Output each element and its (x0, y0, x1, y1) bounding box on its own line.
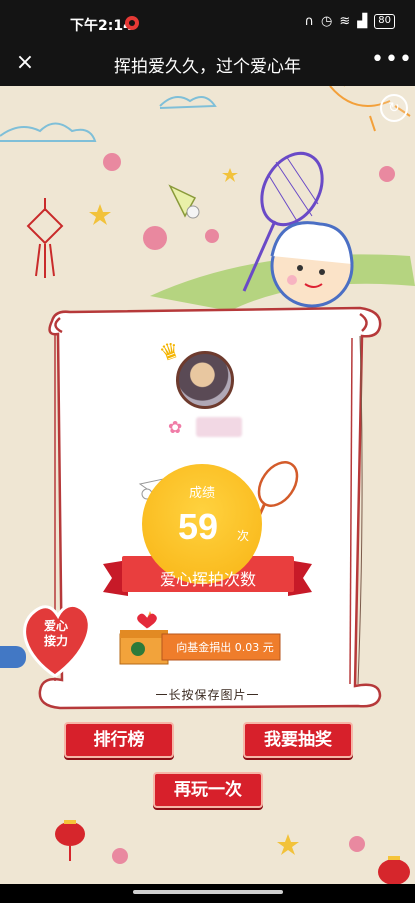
badge-line1: 爱心 (43, 619, 68, 633)
page-title: 挥拍爱久久，过个爱心年 (114, 57, 301, 77)
hand-illustration (0, 646, 26, 668)
shuttlecock-icon (168, 184, 200, 219)
home-indicator[interactable] (133, 890, 283, 894)
ribbon-text: 爱心挥拍次数 (159, 570, 256, 589)
play-again-button[interactable]: 再玩一次 (153, 772, 263, 808)
cloud-icon (0, 122, 97, 142)
chinese-knot-icon (26, 198, 64, 278)
status-bar: 下午2:14 ∩ ◷ ≋ ▟ 80 (0, 0, 415, 40)
lottery-button[interactable]: 我要抽奖 (243, 722, 353, 758)
signal-icon: ▟ (357, 14, 368, 29)
system-nav-bar (0, 884, 415, 903)
status-icons: ∩ ◷ ≋ ▟ 80 (304, 14, 395, 29)
cloud-icon (159, 96, 217, 109)
badge-line2: 接力 (43, 634, 68, 648)
star-icon (89, 204, 111, 225)
donate-text: 向基金捐出 0.03 元 (176, 641, 274, 654)
lantern-icon (55, 820, 85, 861)
game-result-page: ↻ ♛ ✿ 成绩 59 次 爱心挥拍次数 向基金捐出 0.03 元 爱心 接力 … (0, 86, 415, 884)
star-icon (277, 834, 299, 855)
close-icon[interactable]: × (8, 46, 42, 80)
headphones-icon: ∩ (304, 14, 315, 29)
wifi-icon: ≋ (339, 14, 351, 29)
save-hint: 一长按保存图片一 (155, 688, 260, 702)
lantern-icon (378, 856, 410, 884)
battery-icon: 80 (374, 14, 395, 29)
score-unit: 次 (237, 529, 250, 543)
leaderboard-button[interactable]: 排行榜 (64, 722, 174, 758)
more-options-icon[interactable]: ••• (371, 46, 412, 80)
title-bar: × 挥拍爱久久，过个爱心年 ••• (0, 40, 415, 86)
love-relay-badge[interactable]: 爱心 接力 (32, 619, 80, 649)
music-toggle-icon[interactable]: ↻ (380, 94, 408, 122)
score-label: 成绩 (188, 486, 215, 501)
status-time: 下午2:14 (70, 18, 133, 34)
flower-icon: ✿ (168, 418, 183, 438)
cartoon-boy-illustration (270, 221, 354, 308)
star-icon (222, 168, 238, 182)
score-value: 59 (178, 506, 219, 547)
blurred-username (196, 417, 242, 437)
app-notification-icon (125, 16, 139, 30)
alarm-icon: ◷ (321, 14, 333, 29)
avatar (176, 351, 234, 409)
